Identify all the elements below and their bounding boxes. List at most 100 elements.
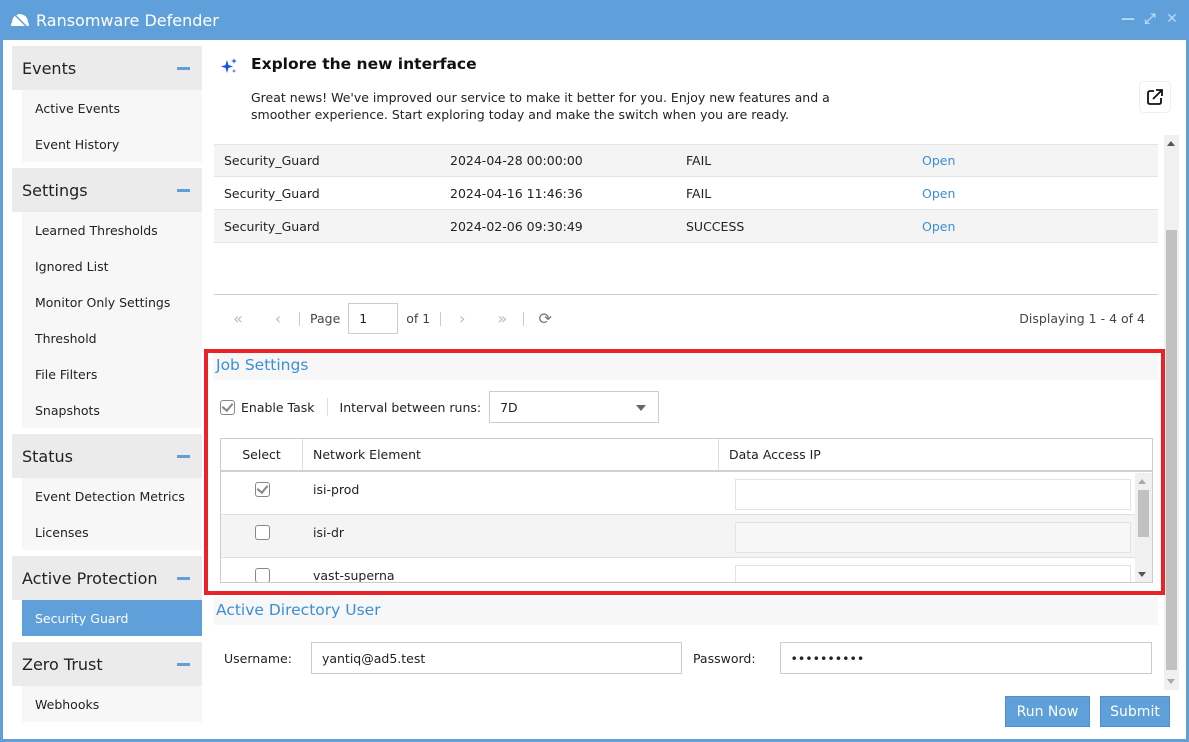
divider [326,398,328,416]
sidebar-item-learned-thresholds[interactable]: Learned Thresholds [22,212,202,248]
table-row: isi-prod [221,472,1136,515]
interval-select[interactable]: 7D [489,391,660,423]
table-scrollbar[interactable] [1135,473,1152,582]
scrollbar-thumb[interactable] [1138,490,1149,537]
sidebar: Events Active Events Event History Setti… [12,46,202,728]
group-label: Settings [22,180,88,200]
page-of-label: of 1 [406,311,431,326]
table-header: Select Network Element Data Access IP [221,439,1152,472]
sidebar-group-header[interactable]: Active Protection [12,556,202,600]
prev-page-icon[interactable]: ‹ [267,309,289,328]
divider [523,311,525,326]
external-link-icon [1147,89,1163,105]
sidebar-group-header[interactable]: Settings [12,168,202,212]
sidebar-item-webhooks[interactable]: Webhooks [22,686,202,722]
app-logo-icon [11,12,29,28]
ad-user-title: Active Directory User [213,597,1158,625]
divider [440,311,442,326]
last-page-icon[interactable]: » [491,309,513,328]
close-icon[interactable]: ✕ [1165,11,1179,27]
group-label: Status [22,446,73,466]
sidebar-item-file-filters[interactable]: File Filters [22,356,202,392]
sidebar-item-security-guard[interactable]: Security Guard [22,600,202,636]
job-name: Security_Guard [224,218,320,234]
sidebar-item-event-detection-metrics[interactable]: Event Detection Metrics [22,478,202,514]
open-new-interface-button[interactable] [1139,81,1171,113]
data-access-ip-input[interactable] [735,522,1131,553]
scrollbar-thumb[interactable] [1166,230,1177,670]
job-status: FAIL [686,185,712,201]
main-scrollbar[interactable] [1164,135,1179,690]
column-header-select[interactable]: Select [221,439,303,470]
sidebar-item-licenses[interactable]: Licenses [22,514,202,550]
sparkle-icon [221,58,237,73]
scroll-up-icon[interactable] [1167,141,1175,146]
sidebar-group-header[interactable]: Status [12,434,202,478]
interval-label: Interval between runs: [339,399,482,415]
job-name: Security_Guard [224,185,320,201]
collapse-icon[interactable] [177,188,190,192]
password-input[interactable] [779,642,1152,674]
table-row: Security_Guard 2024-04-28 00:00:00 FAIL … [214,144,1158,177]
banner-text: Great news! We've improved our service t… [251,90,830,122]
group-label: Active Protection [22,568,158,588]
table-row: isi-dr [221,515,1136,558]
divider [299,311,300,326]
next-page-icon[interactable]: › [451,309,473,328]
open-link[interactable]: Open [922,186,955,201]
data-access-ip-input[interactable] [735,479,1131,510]
sidebar-group-settings: Settings Learned Thresholds Ignored List… [12,168,202,428]
enable-task-checkbox[interactable] [220,399,235,415]
first-page-icon[interactable]: « [227,309,249,328]
password-label: Password: [692,650,756,666]
announcement-banner: Explore the new interface Great news! We… [213,40,1171,135]
refresh-icon[interactable]: ⟳ [534,309,556,328]
sidebar-item-event-history[interactable]: Event History [22,126,202,162]
data-access-ip-input[interactable] [735,565,1131,582]
banner-title: Explore the new interface [251,55,477,73]
displaying-count: Displaying 1 - 4 of 4 [1019,311,1145,326]
scroll-up-icon[interactable] [1138,479,1146,484]
username-label: Username: [224,650,292,666]
sidebar-item-snapshots[interactable]: Snapshots [22,392,202,428]
row-select-checkbox[interactable] [254,568,270,582]
minimize-icon[interactable]: — [1121,11,1135,27]
sidebar-group-status: Status Event Detection Metrics Licenses [12,434,202,550]
maximize-icon[interactable]: ⤢ [1143,11,1157,27]
network-element-name: isi-prod [313,482,360,497]
table-row: Security_Guard 2024-02-06 09:30:49 SUCCE… [214,210,1158,243]
sidebar-group-header[interactable]: Events [12,46,202,90]
pagination-bar: « ‹ Page of 1 › » ⟳ Displaying 1 - 4 of … [214,294,1158,342]
page-number-input[interactable] [348,303,399,334]
column-header-data-access-ip[interactable]: Data Access IP [719,439,1152,470]
open-link[interactable]: Open [922,153,955,168]
group-label: Zero Trust [22,654,103,674]
scroll-down-icon[interactable] [1138,572,1146,577]
collapse-icon[interactable] [177,576,190,580]
chevron-down-icon [636,405,647,411]
column-header-network-element[interactable]: Network Element [303,439,719,470]
job-history-grid: Security_Guard 2024-04-28 00:00:00 FAIL … [214,144,1158,243]
sidebar-group-header[interactable]: Zero Trust [12,642,202,686]
interval-value: 7D [500,399,518,415]
submit-button[interactable]: Submit [1100,696,1170,727]
sidebar-item-threshold[interactable]: Threshold [22,320,202,356]
collapse-icon[interactable] [177,454,190,458]
username-input[interactable] [310,642,682,674]
enable-task-label: Enable Task [241,399,315,415]
collapse-icon[interactable] [177,662,190,666]
sidebar-item-active-events[interactable]: Active Events [22,90,202,126]
scroll-down-icon[interactable] [1167,679,1175,684]
table-row: vast-superna [221,558,1136,583]
run-now-button[interactable]: Run Now [1005,696,1090,727]
job-settings-toolbar: Enable Task Interval between runs: 7D [220,391,660,423]
sidebar-item-ignored-list[interactable]: Ignored List [22,248,202,284]
network-element-name: vast-superna [313,568,395,583]
row-select-checkbox[interactable] [254,525,270,540]
row-select-checkbox[interactable] [254,482,270,497]
open-link[interactable]: Open [922,219,955,234]
sidebar-item-monitor-only-settings[interactable]: Monitor Only Settings [22,284,202,320]
ad-user-form: Username: Password: [224,642,1152,674]
collapse-icon[interactable] [177,66,190,70]
sidebar-group-zero-trust: Zero Trust Webhooks [12,642,202,722]
